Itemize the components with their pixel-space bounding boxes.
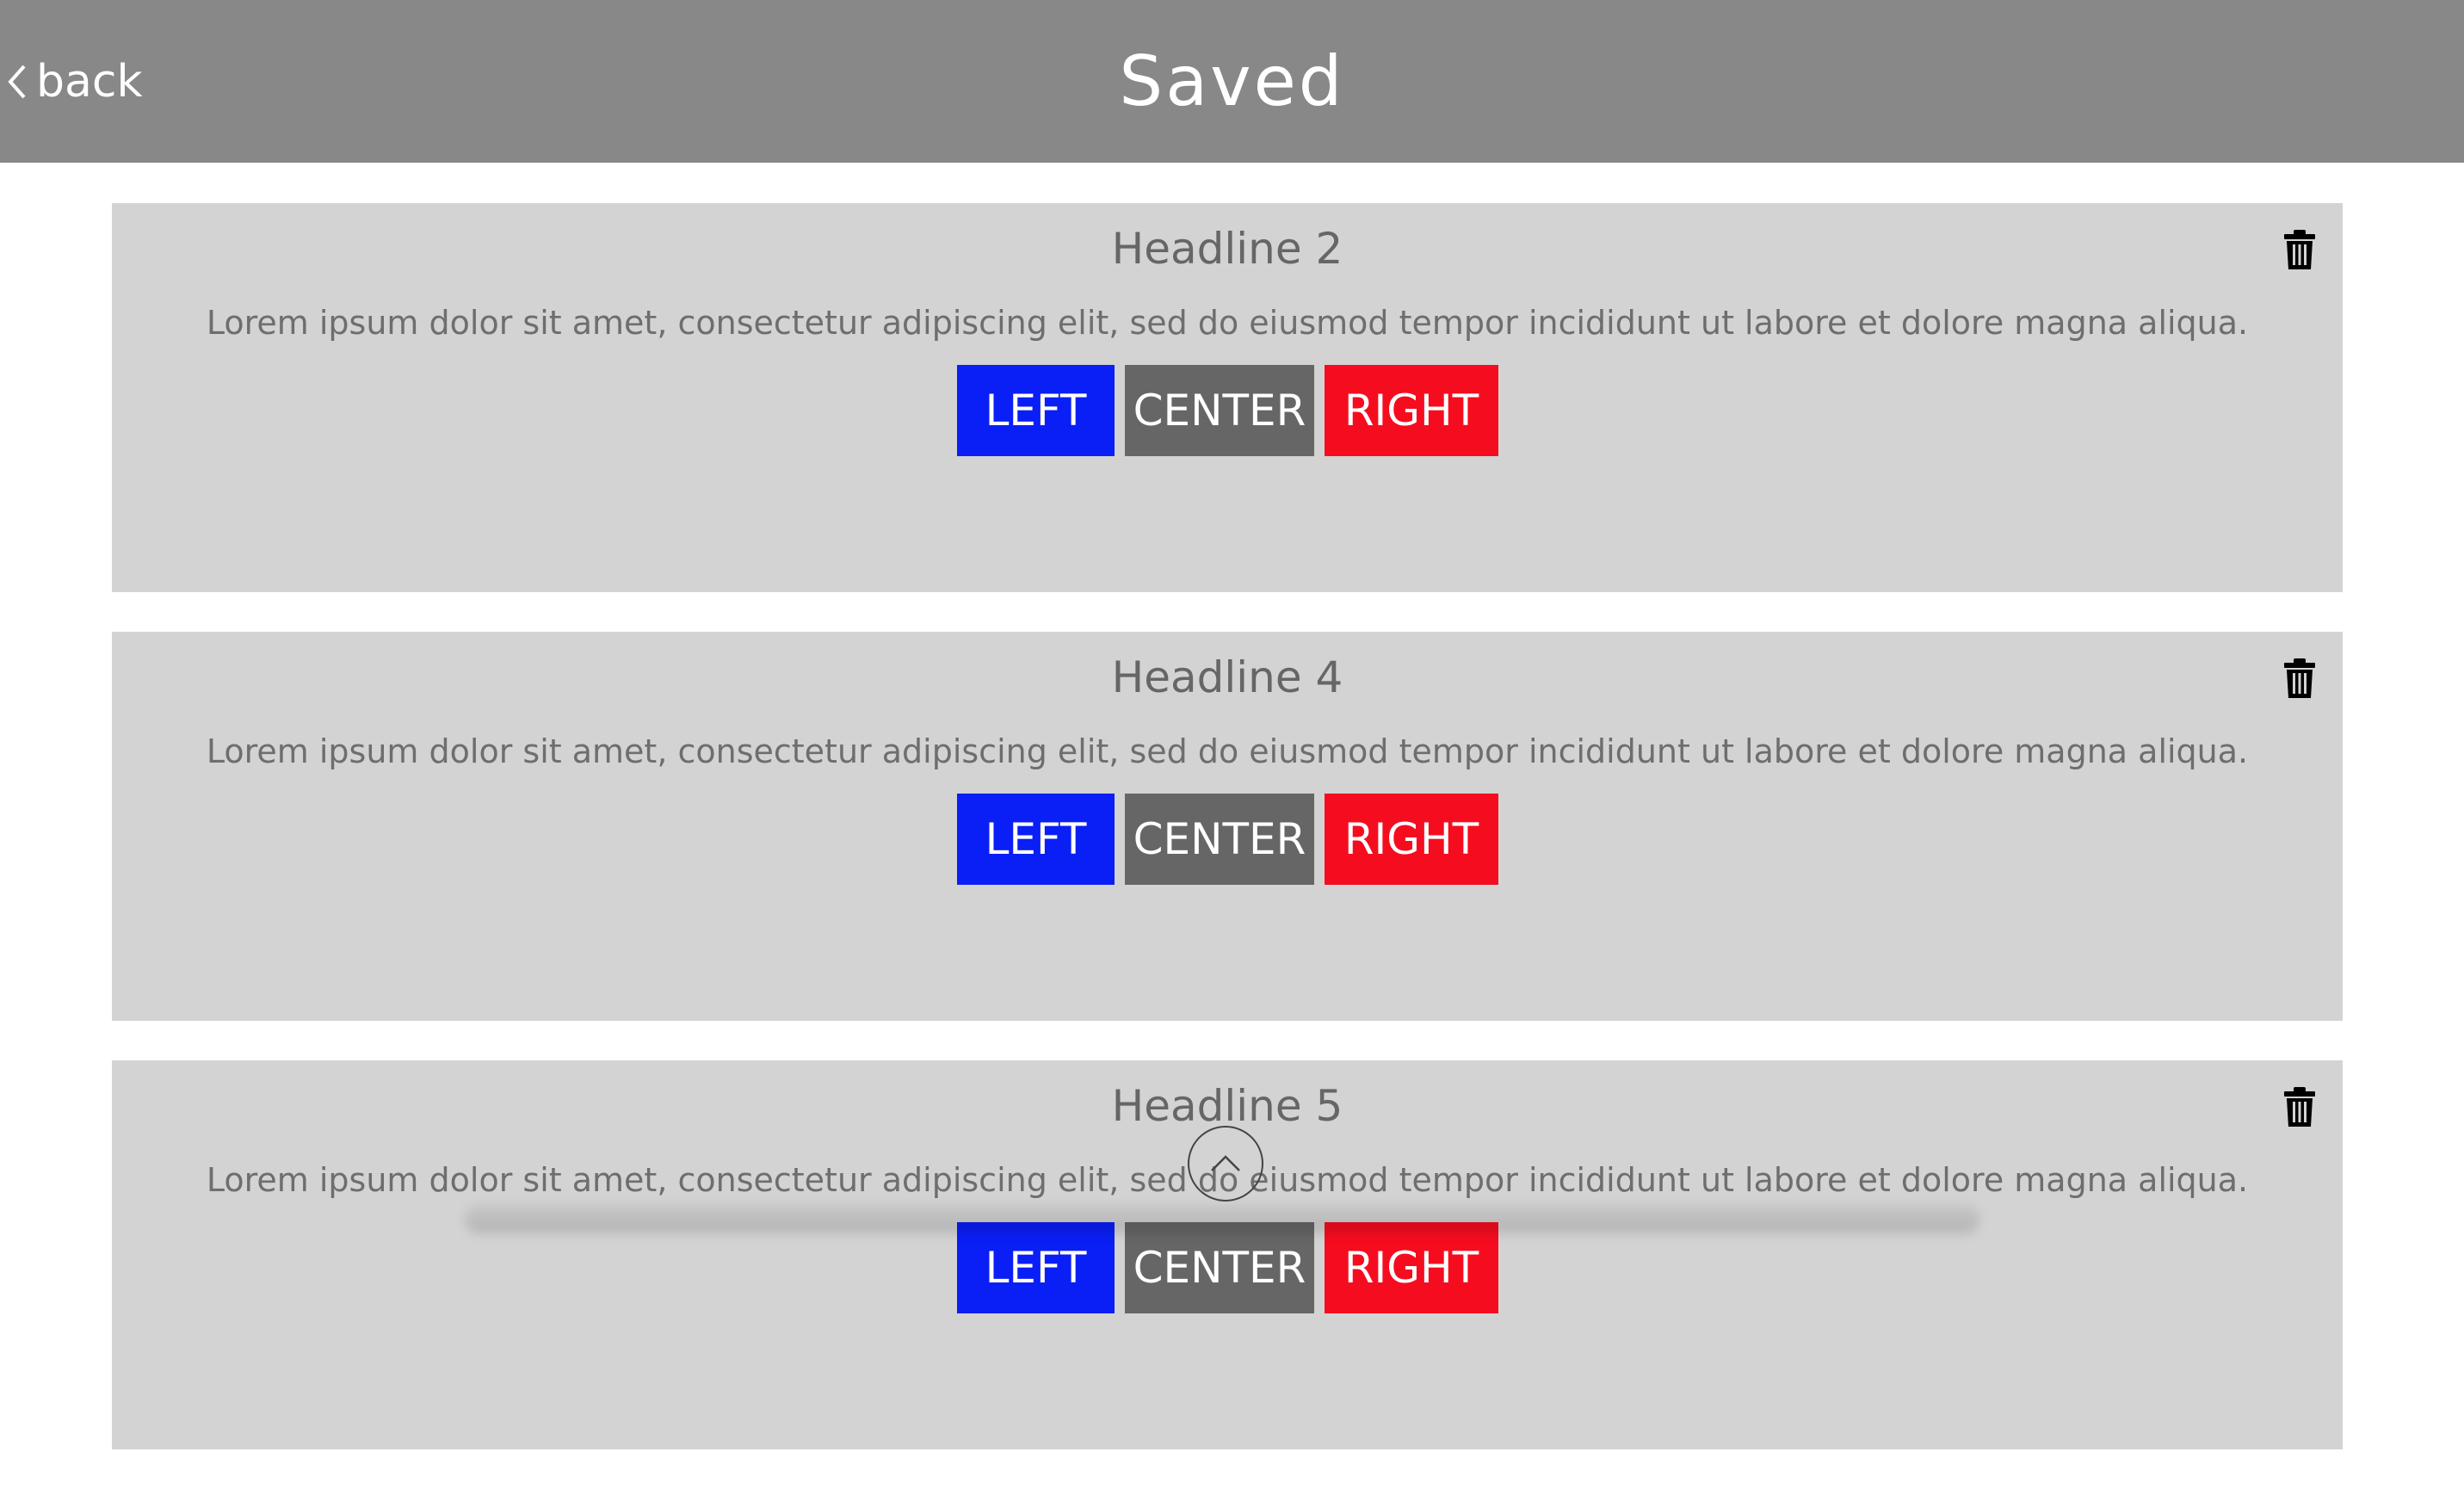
card-body: Lorem ipsum dolor sit amet, consectetur … — [206, 732, 2249, 770]
right-button[interactable]: RIGHT — [1325, 1222, 1498, 1313]
left-button[interactable]: LEFT — [957, 1222, 1115, 1313]
delete-button[interactable] — [2282, 658, 2317, 699]
button-group: LEFT CENTER RIGHT — [957, 365, 1498, 456]
right-button[interactable]: RIGHT — [1325, 365, 1498, 456]
trash-icon — [2284, 230, 2315, 269]
card-body: Lorem ipsum dolor sit amet, consectetur … — [206, 304, 2249, 342]
center-button[interactable]: CENTER — [1125, 794, 1314, 885]
card-headline: Headline 4 — [1111, 652, 1343, 702]
button-group: LEFT CENTER RIGHT — [957, 794, 1498, 885]
left-button[interactable]: LEFT — [957, 365, 1115, 456]
center-button[interactable]: CENTER — [1125, 365, 1314, 456]
trash-icon — [2284, 1087, 2315, 1127]
bottom-bar-shadow — [465, 1205, 1979, 1233]
saved-list: Headline 2 Lorem ipsum dolor sit amet, c… — [112, 203, 2343, 1489]
delete-button[interactable] — [2282, 229, 2317, 270]
left-button[interactable]: LEFT — [957, 794, 1115, 885]
button-group: LEFT CENTER RIGHT — [957, 1222, 1498, 1313]
page-title: Saved — [1119, 41, 1345, 121]
scroll-to-top-button[interactable] — [1188, 1126, 1263, 1202]
center-button[interactable]: CENTER — [1125, 1222, 1314, 1313]
saved-card: Headline 4 Lorem ipsum dolor sit amet, c… — [112, 632, 2343, 1021]
card-headline: Headline 2 — [1111, 224, 1343, 274]
chevron-up-icon — [1211, 1155, 1240, 1171]
card-headline: Headline 5 — [1111, 1081, 1343, 1131]
delete-button[interactable] — [2282, 1086, 2317, 1128]
right-button[interactable]: RIGHT — [1325, 794, 1498, 885]
app-header: back Saved — [0, 0, 2464, 163]
trash-icon — [2284, 658, 2315, 698]
saved-card: Headline 5 Lorem ipsum dolor sit amet, c… — [112, 1060, 2343, 1449]
saved-card: Headline 2 Lorem ipsum dolor sit amet, c… — [112, 203, 2343, 592]
